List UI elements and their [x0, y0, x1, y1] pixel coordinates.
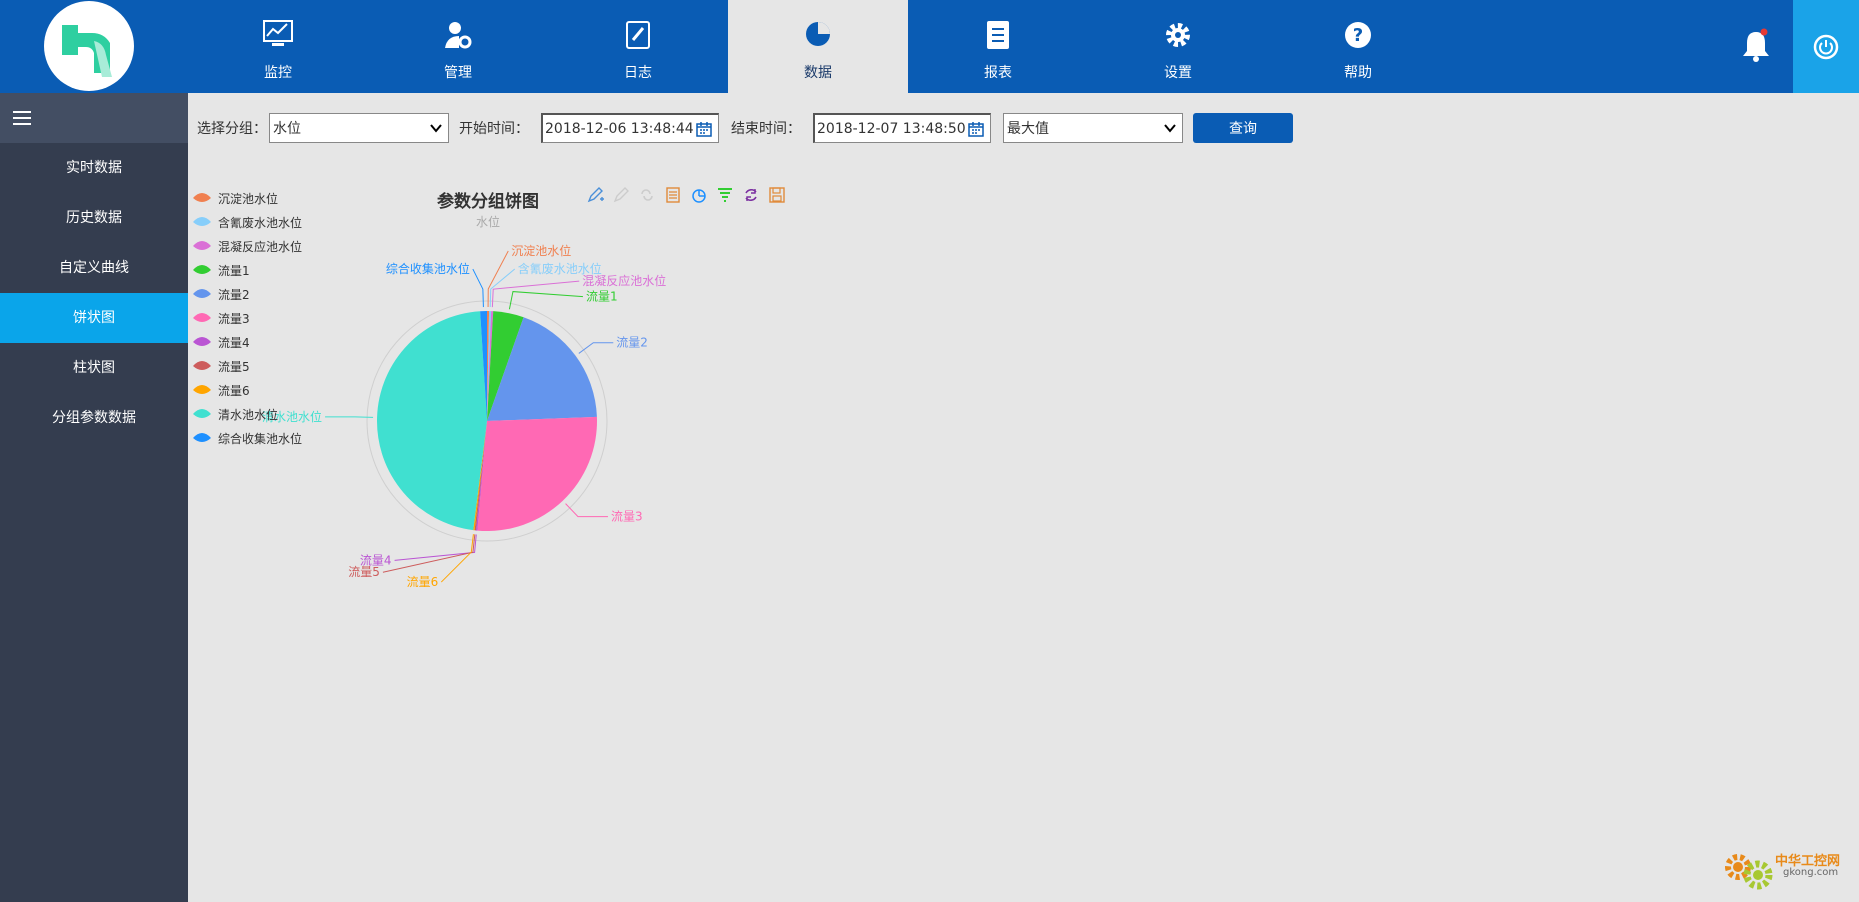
clear-mark-icon[interactable] — [634, 184, 660, 206]
pie-slice[interactable] — [377, 311, 487, 531]
legend-swatch — [193, 433, 211, 442]
watermark-sub: gkong.com — [1783, 867, 1839, 878]
chart-toolbox — [582, 184, 790, 206]
legend-label: 流量5 — [218, 359, 250, 374]
pie-funnel-icon[interactable] — [686, 184, 712, 206]
legend-label: 综合收集池水位 — [218, 431, 303, 446]
pie-slice-label: 综合收集池水位 — [386, 261, 470, 276]
legend-swatch — [193, 409, 211, 418]
mark-tool-icon[interactable] — [582, 184, 608, 206]
pie-leader-line — [508, 291, 583, 310]
legend-item[interactable]: 流量5 — [192, 354, 302, 378]
pie-slice-label: 流量1 — [586, 290, 618, 304]
legend-swatch — [193, 361, 211, 370]
legend-item[interactable]: 沉淀池水位 — [192, 186, 302, 210]
legend-item[interactable]: 流量6 — [192, 378, 302, 402]
legend-item[interactable]: 流量1 — [192, 258, 302, 282]
chart-title: 参数分组饼图 — [437, 192, 539, 212]
pie-slice-label: 混凝反应池水位 — [582, 273, 666, 288]
legend-label: 流量1 — [218, 263, 250, 278]
legend-item[interactable]: 综合收集池水位 — [192, 426, 302, 450]
pie-leader-line — [325, 416, 374, 418]
legend-swatch — [193, 241, 211, 250]
pie-leader-line — [578, 342, 614, 354]
legend-swatch — [193, 217, 211, 226]
legend-swatch — [193, 193, 211, 202]
legend-item[interactable]: 流量2 — [192, 282, 302, 306]
legend-swatch — [193, 313, 211, 322]
legend-item[interactable]: 混凝反应池水位 — [192, 234, 302, 258]
legend-label: 混凝反应池水位 — [218, 239, 303, 254]
legend-item[interactable]: 流量3 — [192, 306, 302, 330]
legend-label: 流量3 — [218, 311, 250, 326]
funnel-icon[interactable] — [712, 184, 738, 206]
pie-slice-label: 沉淀池水位 — [511, 243, 571, 258]
legend-label: 流量6 — [218, 383, 250, 398]
legend-item[interactable]: 流量4 — [192, 330, 302, 354]
legend-swatch — [193, 385, 211, 394]
pie-slice-label: 流量2 — [616, 336, 648, 350]
legend-item[interactable]: 清水池水位 — [192, 402, 302, 426]
legend-item[interactable]: 含氰废水池水位 — [192, 210, 302, 234]
pie-slice-label: 流量3 — [611, 510, 643, 524]
pie-leader-line — [491, 280, 580, 308]
legend-label: 沉淀池水位 — [218, 191, 279, 206]
chart-legend: 沉淀池水位含氰废水池水位 混凝反应池水位 流量1 流量2 流量3 流量4 流量5 流量6 清水池… — [192, 186, 302, 450]
pie-chart: 沉淀池水位含氰废水池水位混凝反应池水位流量1流量2流量3流量4流量5流量6清水池… — [262, 243, 666, 589]
legend-swatch — [193, 265, 211, 274]
legend-label: 含氰废水池水位 — [218, 215, 303, 230]
legend-label: 流量4 — [218, 335, 250, 350]
pie-leader-line — [487, 250, 509, 308]
pie-slice[interactable] — [477, 416, 597, 531]
save-image-icon[interactable] — [764, 184, 790, 206]
gear-watermark-icon — [1725, 854, 1773, 890]
pie-slice-label: 流量6 — [407, 575, 439, 589]
legend-swatch — [193, 289, 211, 298]
undo-mark-icon[interactable] — [608, 184, 634, 206]
legend-label: 清水池水位 — [218, 407, 279, 422]
legend-label: 流量2 — [218, 287, 250, 302]
legend-swatch — [193, 337, 211, 346]
chart-subtitle: 水位 — [475, 215, 500, 229]
pie-slice-label: 流量5 — [348, 565, 380, 579]
restore-icon[interactable] — [738, 184, 764, 206]
data-view-icon[interactable] — [660, 184, 686, 206]
